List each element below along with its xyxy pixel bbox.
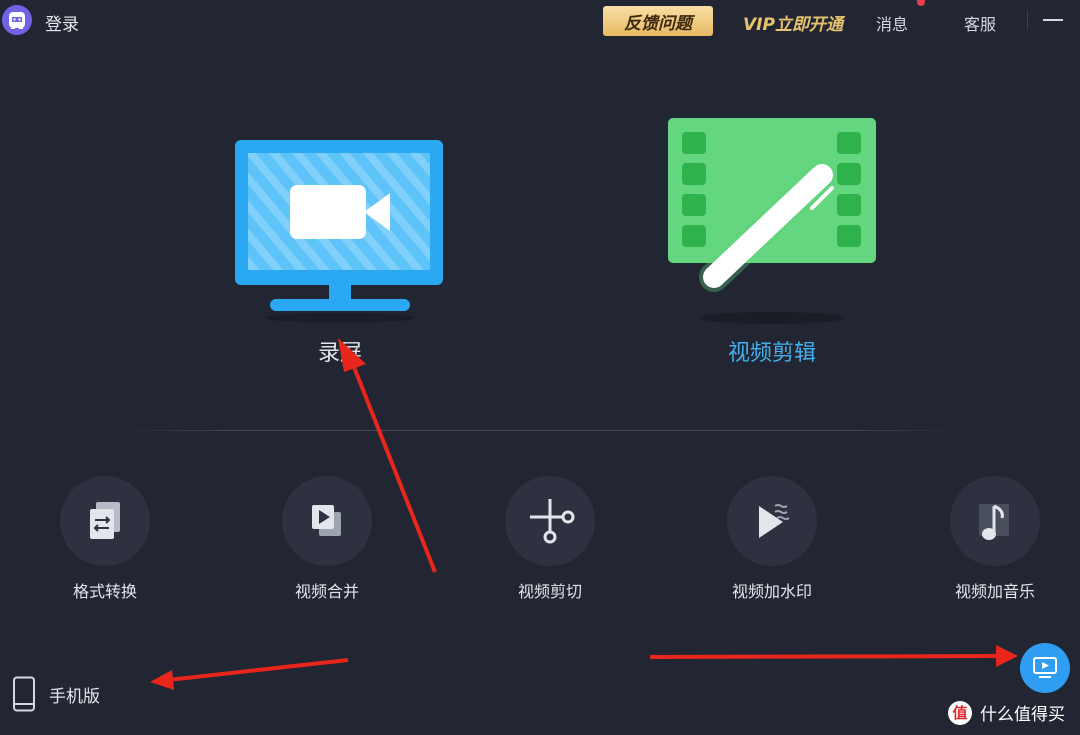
mobile-version-link[interactable]: 手机版 bbox=[12, 676, 100, 712]
minimize-button[interactable] bbox=[1043, 19, 1063, 21]
annotation-arrows bbox=[150, 338, 1018, 690]
video-merge-label: 视频合并 bbox=[294, 582, 359, 601]
support-link[interactable]: 客服 bbox=[964, 11, 996, 35]
video-edit-icon bbox=[668, 118, 876, 324]
titlebar-divider bbox=[1027, 10, 1028, 30]
arrowhead-mobile bbox=[150, 670, 174, 690]
video-watermark-tool[interactable]: 视频加水印 bbox=[697, 476, 847, 606]
user-icon bbox=[9, 12, 25, 29]
vip-open-link[interactable]: VIP立即开通 bbox=[743, 10, 843, 35]
feedback-button[interactable]: 反馈问题 bbox=[603, 6, 713, 36]
unread-dot bbox=[917, 0, 925, 6]
format-convert-icon bbox=[60, 476, 150, 566]
video-music-label: 视频加音乐 bbox=[954, 582, 1035, 601]
screen-record-tile[interactable]: 录屏 bbox=[230, 135, 450, 370]
arrow-to-float-button bbox=[649, 654, 1001, 659]
section-divider bbox=[120, 430, 960, 431]
login-link[interactable]: 登录 bbox=[45, 10, 79, 35]
arrowhead-float-button bbox=[996, 645, 1018, 667]
video-merge-icon bbox=[282, 476, 372, 566]
watermark-icon bbox=[727, 476, 817, 566]
video-watermark-label: 视频加水印 bbox=[731, 582, 812, 601]
mobile-version-label: 手机版 bbox=[49, 686, 100, 707]
video-music-tool[interactable]: 视频加音乐 bbox=[920, 476, 1070, 606]
arrow-to-mobile bbox=[167, 658, 349, 682]
site-watermark: 值 什么值得买 bbox=[948, 700, 1065, 725]
phone-icon bbox=[13, 676, 35, 712]
screen-record-label: 录屏 bbox=[317, 341, 362, 366]
watermark-logo: 值 bbox=[948, 700, 972, 725]
scissors-icon bbox=[505, 476, 595, 566]
format-convert-tool[interactable]: 格式转换 bbox=[30, 476, 180, 606]
screen-record-icon bbox=[235, 140, 443, 323]
video-edit-tile[interactable]: 视频剪辑 bbox=[662, 115, 882, 370]
video-edit-label: 视频剪辑 bbox=[727, 341, 816, 366]
screen-play-icon bbox=[1033, 657, 1057, 678]
user-avatar[interactable] bbox=[2, 5, 32, 35]
music-note-icon bbox=[950, 476, 1040, 566]
format-convert-label: 格式转换 bbox=[72, 582, 137, 601]
messages-link[interactable]: 消息 bbox=[876, 11, 908, 35]
floating-player-button[interactable] bbox=[1020, 643, 1070, 693]
video-cut-label: 视频剪切 bbox=[517, 582, 582, 601]
watermark-text: 什么值得买 bbox=[980, 705, 1065, 725]
video-cut-tool[interactable]: 视频剪切 bbox=[475, 476, 625, 606]
video-merge-tool[interactable]: 视频合并 bbox=[252, 476, 402, 606]
